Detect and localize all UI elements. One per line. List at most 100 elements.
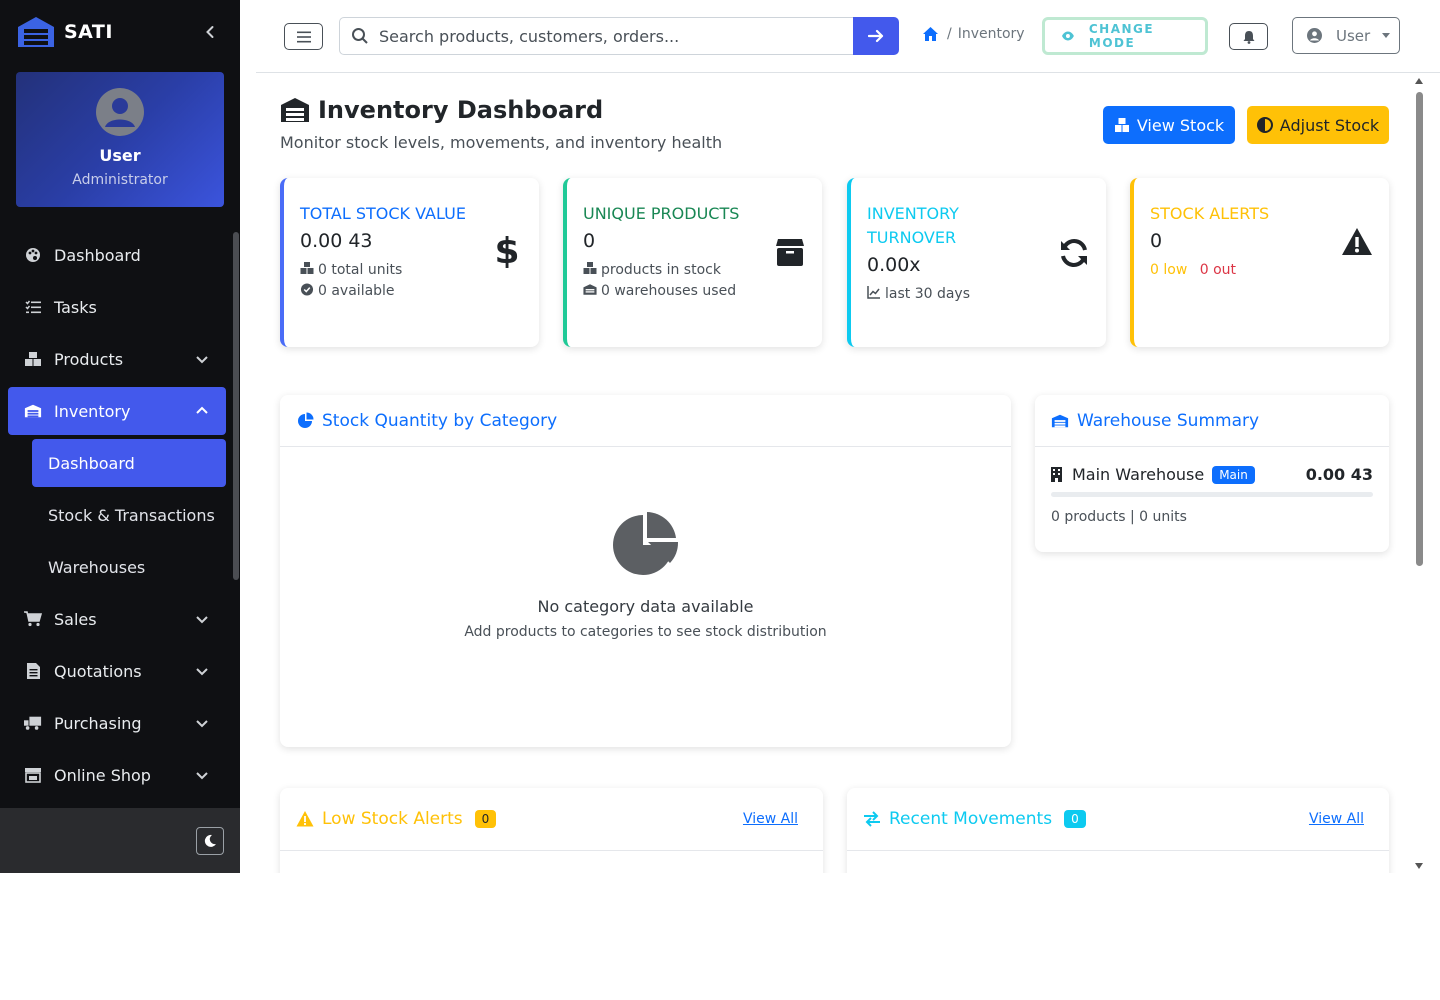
chevron-down-icon	[196, 616, 208, 624]
sidebar-item-label: Quotations	[54, 661, 142, 681]
adjust-stock-button[interactable]: Adjust Stock	[1247, 106, 1389, 144]
stat-label: Inventory Turnover	[867, 204, 959, 247]
stat-card-inventory-turnover: Inventory Turnover 0.00x last 30 days	[847, 178, 1106, 347]
dollar-icon: $	[494, 232, 519, 268]
empty-state: No category data available Add products …	[280, 511, 1011, 640]
bell-icon	[1243, 30, 1254, 44]
sidebar-item-label: Tasks	[54, 297, 97, 317]
card-title: Warehouse Summary	[1077, 410, 1260, 431]
building-icon	[1051, 467, 1062, 482]
cart-icon	[24, 610, 42, 628]
sidebar-item-quotations[interactable]: Quotations	[8, 647, 226, 695]
user-menu-label: User	[1336, 26, 1371, 45]
sidebar-subitem-inventory-dashboard[interactable]: Dashboard	[32, 439, 226, 487]
chevron-down-icon	[196, 668, 208, 676]
warehouse-icon	[281, 98, 309, 122]
search-input[interactable]	[379, 26, 839, 46]
sidebar-subitem-label: Stock & Transactions	[48, 505, 215, 525]
stat-card-unique-products: Unique Products 0 products in stock 0 wa…	[563, 178, 822, 347]
menu-toggle-button[interactable]	[284, 23, 323, 50]
main-badge: Main	[1212, 465, 1255, 484]
adjust-icon	[1256, 117, 1273, 133]
change-mode-button[interactable]: CHANGE MODE	[1042, 17, 1208, 55]
warehouse-icon	[1051, 414, 1069, 427]
sidebar-item-purchasing[interactable]: Purchasing	[8, 699, 226, 747]
stat-card-stock-alerts: Stock Alerts 0 0 low 0 out	[1130, 178, 1389, 347]
breadcrumb: / Inventory	[922, 26, 1025, 42]
stat-warehouses-used: 0 warehouses used	[601, 283, 737, 299]
search-box	[339, 17, 854, 55]
chevron-up-icon	[196, 406, 208, 414]
card-title: Recent Movements	[889, 809, 1053, 829]
home-icon[interactable]	[922, 26, 939, 42]
category-chart-card: Stock Quantity by Category No category d…	[280, 395, 1011, 747]
search-submit-button[interactable]	[853, 17, 899, 55]
sidebar-subitem-warehouses[interactable]: Warehouses	[32, 543, 226, 591]
chart-line-icon	[867, 286, 880, 299]
sidebar-item-label: Products	[54, 349, 124, 369]
sidebar-item-sales[interactable]: Sales	[8, 595, 226, 643]
app-window: SATI User Administrator Dashboard Tasks …	[0, 0, 1440, 873]
pie-chart-icon	[612, 512, 678, 575]
profile-card[interactable]: User Administrator	[16, 72, 224, 207]
check-circle-icon	[300, 283, 314, 296]
sidebar-item-products[interactable]: Products	[8, 335, 226, 383]
box-icon	[776, 239, 804, 266]
warehouse-icon	[583, 284, 597, 295]
arrow-right-icon	[868, 29, 884, 43]
stat-label: Total Stock Value	[300, 204, 466, 223]
sidebar-scrollbar[interactable]	[233, 232, 239, 580]
palette-icon	[24, 246, 42, 264]
empty-subtitle: Add products to categories to see stock …	[464, 624, 827, 640]
stat-label: Stock Alerts	[1150, 204, 1270, 223]
sidebar-item-dashboard[interactable]: Dashboard	[8, 231, 226, 279]
boxes-icon	[583, 262, 597, 274]
page-subtitle: Monitor stock levels, movements, and inv…	[280, 133, 723, 152]
sidebar-item-label: Online Shop	[54, 765, 151, 785]
card-header: Warehouse Summary	[1035, 395, 1389, 447]
scroll-down-arrow-icon[interactable]	[1415, 863, 1423, 869]
movements-view-all-link[interactable]: View All	[1309, 811, 1364, 827]
sidebar-item-tasks[interactable]: Tasks	[8, 283, 226, 331]
profile-role: Administrator	[72, 172, 168, 188]
sidebar-item-label: Dashboard	[54, 245, 141, 265]
store-icon	[24, 766, 42, 784]
user-menu-button[interactable]: User	[1292, 17, 1400, 54]
notifications-button[interactable]	[1229, 23, 1268, 50]
chevron-down-icon	[196, 772, 208, 780]
eye-icon	[1061, 31, 1074, 41]
chevron-left-icon	[206, 26, 214, 38]
scroll-thumb[interactable]	[1416, 92, 1423, 566]
view-stock-button[interactable]: View Stock	[1103, 106, 1235, 144]
topbar: / Inventory CHANGE MODE User	[256, 0, 1440, 73]
sidebar-footer	[0, 808, 240, 873]
sidebar-item-online-shop[interactable]: Online Shop	[8, 751, 226, 799]
warehouse-row[interactable]: Main Warehouse Main 0.00 43 0 products |…	[1035, 447, 1389, 525]
search-icon	[352, 28, 368, 44]
low-stock-count-badge: 0	[474, 810, 497, 828]
sidebar-subitem-label: Warehouses	[48, 557, 146, 577]
stat-meta: last 30 days	[867, 284, 1106, 305]
sidebar-subitem-stock-transactions[interactable]: Stock & Transactions	[32, 491, 226, 539]
collapse-sidebar-button[interactable]	[200, 22, 220, 42]
hamburger-icon	[296, 31, 311, 42]
exchange-icon	[864, 811, 880, 827]
list-check-icon	[24, 298, 42, 316]
page-title: Inventory Dashboard	[280, 96, 603, 124]
low-stock-view-all-link[interactable]: View All	[743, 811, 798, 827]
sidebar-item-inventory[interactable]: Inventory	[8, 387, 226, 435]
page-title-text: Inventory Dashboard	[318, 96, 604, 124]
brand[interactable]: SATI	[16, 14, 113, 50]
recent-movements-card: Recent Movements 0 View All	[847, 788, 1389, 873]
profile-name: User	[99, 146, 141, 165]
warehouse-logo-icon	[18, 17, 54, 47]
scroll-up-arrow-icon[interactable]	[1415, 78, 1423, 84]
adjust-stock-label: Adjust Stock	[1279, 115, 1380, 135]
moon-icon	[204, 834, 216, 847]
sync-icon	[1061, 239, 1087, 267]
svg-text:$: $	[494, 232, 519, 268]
warehouse-summary-card: Warehouse Summary Main Warehouse Main 0.…	[1035, 395, 1389, 552]
dark-mode-toggle[interactable]	[196, 827, 224, 855]
main-scrollbar[interactable]	[1414, 78, 1426, 873]
chevron-down-icon	[196, 720, 208, 728]
